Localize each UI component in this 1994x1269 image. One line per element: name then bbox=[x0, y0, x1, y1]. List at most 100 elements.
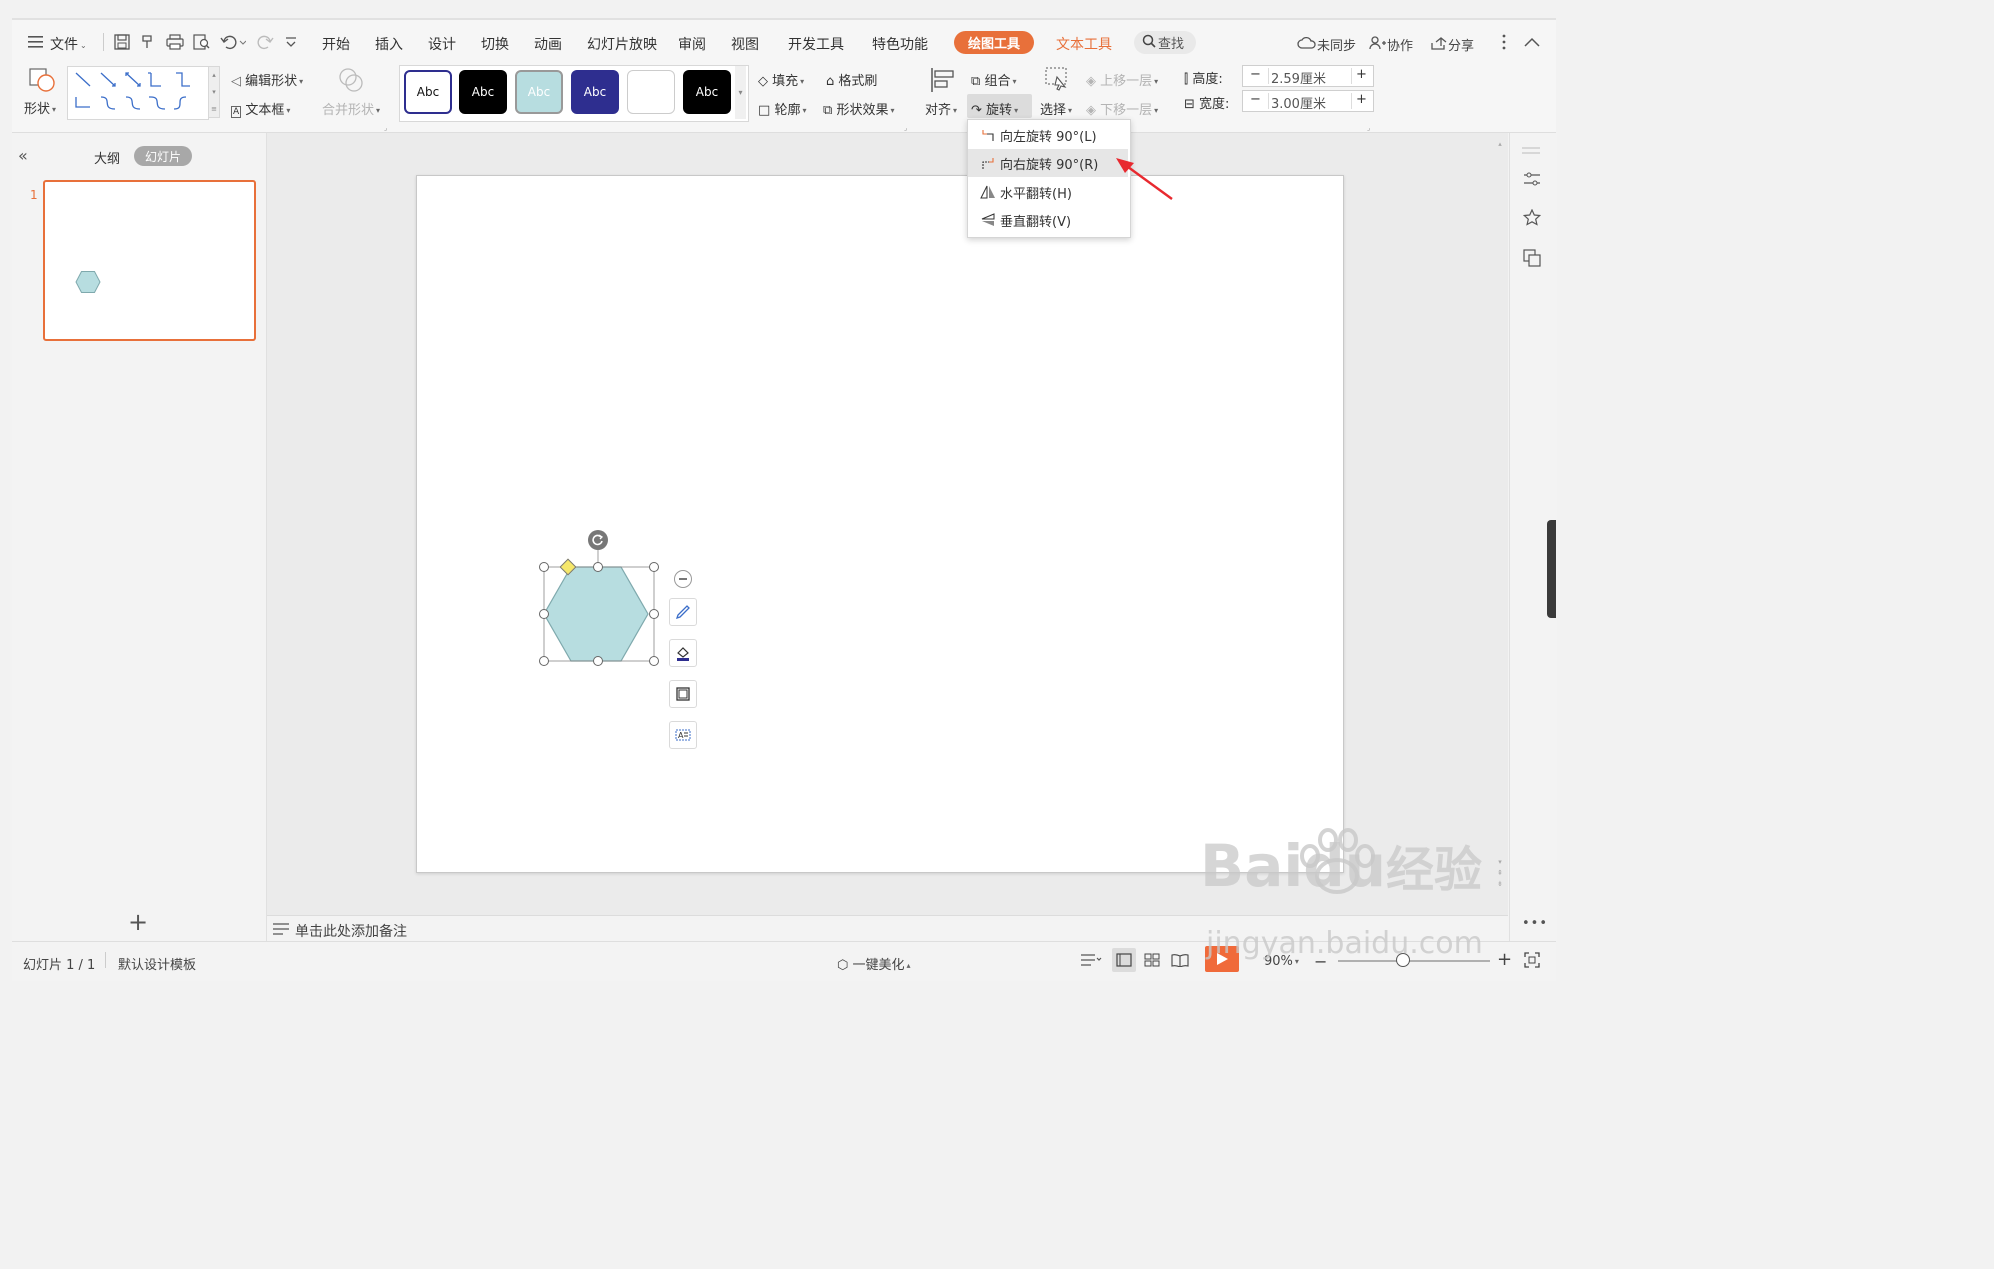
line-shapes-gallery[interactable] bbox=[67, 66, 209, 120]
merge-shape-button[interactable]: 合并形状 ▾ bbox=[322, 99, 380, 118]
shape-icon[interactable] bbox=[28, 67, 58, 97]
side-widget-tab[interactable] bbox=[1547, 520, 1556, 618]
fill-button[interactable]: ◇ 填充 ▾ bbox=[758, 70, 804, 89]
group-button[interactable]: ⧉ 组合 ▾ bbox=[971, 70, 1016, 89]
collapse-panel-icon[interactable]: « bbox=[18, 146, 28, 165]
rotate-button[interactable]: ↷ 旋转 ▾ bbox=[971, 99, 1018, 118]
tab-transitions[interactable]: 切换 bbox=[481, 34, 509, 54]
styles-gallery-more[interactable]: ▾ bbox=[735, 66, 746, 119]
shape-outline-icon[interactable] bbox=[669, 680, 697, 708]
send-backward-button[interactable]: ◈ 下移一层 ▾ bbox=[1086, 99, 1158, 118]
tab-special-features[interactable]: 特色功能 bbox=[872, 34, 928, 54]
customize-toolbar-icon[interactable] bbox=[284, 35, 298, 53]
more-options-icon[interactable] bbox=[1502, 34, 1506, 54]
collapse-ribbon-icon[interactable] bbox=[1524, 36, 1540, 51]
format-painter-button[interactable]: ⌂ 格式刷 bbox=[826, 70, 877, 89]
gallery-scroll[interactable]: ▴ ▾ ≡ bbox=[208, 66, 220, 118]
tab-developer[interactable]: 开发工具 bbox=[788, 34, 844, 54]
redo-icon[interactable] bbox=[256, 33, 274, 55]
height-value[interactable]: 2.59厘米 bbox=[1268, 68, 1352, 87]
shape-style-brush-icon[interactable] bbox=[669, 598, 697, 626]
vertical-scrollbar[interactable]: ▴ ▾ ⇞ ⇟ bbox=[1496, 140, 1504, 890]
resize-handle-right[interactable] bbox=[649, 609, 659, 619]
print-icon[interactable] bbox=[166, 34, 184, 54]
tab-view[interactable]: 视图 bbox=[731, 34, 759, 54]
properties-icon[interactable] bbox=[1523, 171, 1541, 191]
tab-design[interactable]: 设计 bbox=[428, 34, 456, 54]
width-increment[interactable]: + bbox=[1356, 92, 1367, 107]
tab-slideshow[interactable]: 幻灯片放映 bbox=[587, 34, 657, 54]
resize-handle-bottom[interactable] bbox=[593, 656, 603, 666]
slide-thumbnail[interactable] bbox=[43, 180, 256, 341]
select-button[interactable]: 选择 ▾ bbox=[1040, 99, 1072, 118]
format-painter-icon[interactable] bbox=[140, 34, 156, 54]
dialog-launcher-icon[interactable]: ⌟ bbox=[904, 124, 907, 132]
sync-status[interactable]: 未同步 bbox=[1297, 35, 1356, 54]
reading-view-icon[interactable] bbox=[1171, 953, 1189, 971]
undo-icon[interactable] bbox=[220, 33, 247, 55]
dialog-launcher-icon[interactable]: ⌟ bbox=[1367, 124, 1370, 132]
width-value[interactable]: 3.00厘米 bbox=[1268, 93, 1352, 112]
transform-icon[interactable] bbox=[1523, 249, 1541, 271]
print-preview-icon[interactable] bbox=[193, 34, 211, 54]
text-wrap-icon[interactable]: A bbox=[669, 721, 697, 749]
more-icon[interactable]: ••• bbox=[1522, 916, 1548, 931]
normal-view-icon[interactable] bbox=[1112, 948, 1136, 972]
shape-style-3-selected[interactable]: Abc bbox=[515, 70, 563, 114]
template-name[interactable]: 默认设计模板 bbox=[118, 954, 196, 973]
share-button[interactable]: 分享 bbox=[1430, 35, 1474, 54]
collaborate-button[interactable]: 协作 bbox=[1369, 35, 1413, 54]
notes-placeholder[interactable]: 单击此处添加备注 bbox=[295, 921, 407, 941]
slide-sorter-icon[interactable] bbox=[1144, 953, 1160, 971]
shape-effects-button[interactable]: ⧉ 形状效果 ▾ bbox=[823, 99, 894, 118]
resize-handle-bottom-right[interactable] bbox=[649, 656, 659, 666]
tab-outline[interactable]: 大纲 bbox=[94, 148, 120, 167]
outline-button[interactable]: □ 轮廓 ▾ bbox=[758, 99, 806, 118]
fit-window-icon[interactable] bbox=[1524, 952, 1540, 972]
dialog-launcher-icon[interactable]: ⌟ bbox=[384, 124, 387, 132]
textbox-button[interactable]: A 文本框 ▾ bbox=[231, 99, 290, 118]
shape-style-5[interactable] bbox=[627, 70, 675, 114]
tab-insert[interactable]: 插入 bbox=[375, 34, 403, 54]
shape-style-6[interactable]: Abc bbox=[683, 70, 731, 114]
tab-slides[interactable]: 幻灯片 bbox=[134, 146, 192, 166]
resize-handle-left[interactable] bbox=[539, 609, 549, 619]
resize-handle-top-left[interactable] bbox=[539, 562, 549, 572]
hexagon-shape[interactable] bbox=[538, 530, 668, 670]
width-field[interactable]: − 3.00厘米 + bbox=[1242, 90, 1374, 112]
shape-fill-icon[interactable] bbox=[669, 639, 697, 667]
tab-drawing-tools[interactable]: 绘图工具 bbox=[954, 31, 1034, 54]
star-icon[interactable] bbox=[1522, 208, 1542, 231]
menu-item-rotate-right[interactable]: 向右旋转 90°(R) bbox=[968, 149, 1128, 177]
notes-toggle-icon[interactable] bbox=[1080, 953, 1102, 971]
slide-canvas[interactable] bbox=[416, 175, 1344, 873]
menu-item-flip-horizontal[interactable]: 水平翻转(H) bbox=[968, 178, 1128, 206]
collapse-toolbar-icon[interactable] bbox=[674, 570, 692, 588]
resize-handle-top-right[interactable] bbox=[649, 562, 659, 572]
hamburger-menu-icon[interactable] bbox=[28, 35, 44, 53]
search-box[interactable]: 查找 bbox=[1134, 31, 1196, 54]
height-increment[interactable]: + bbox=[1356, 67, 1367, 82]
tab-animations[interactable]: 动画 bbox=[534, 34, 562, 54]
shape-style-1[interactable]: Abc bbox=[404, 70, 452, 114]
menu-item-rotate-left[interactable]: 向左旋转 90°(L) bbox=[968, 121, 1128, 149]
shape-button[interactable]: 形状 ▾ bbox=[24, 98, 56, 117]
rotate-handle-icon[interactable] bbox=[588, 530, 608, 550]
width-decrement[interactable]: − bbox=[1250, 92, 1261, 107]
beautify-button[interactable]: ⬡ 一键美化 ▴ bbox=[837, 954, 911, 973]
height-field[interactable]: − 2.59厘米 + bbox=[1242, 65, 1374, 87]
add-slide-button[interactable]: + bbox=[128, 910, 148, 934]
edit-shape-button[interactable]: ◁ 编辑形状 ▾ bbox=[231, 70, 303, 89]
zoom-in-button[interactable]: + bbox=[1497, 949, 1512, 970]
tab-review[interactable]: 审阅 bbox=[678, 34, 706, 54]
align-button[interactable]: 对齐 ▾ bbox=[925, 99, 957, 118]
resize-handle-bottom-left[interactable] bbox=[539, 656, 549, 666]
file-menu[interactable]: 文件 ⌄ bbox=[50, 34, 87, 54]
menu-item-flip-vertical[interactable]: 垂直翻转(V) bbox=[968, 206, 1128, 234]
shape-style-4[interactable]: Abc bbox=[571, 70, 619, 114]
save-icon[interactable] bbox=[114, 34, 130, 54]
height-decrement[interactable]: − bbox=[1250, 67, 1261, 82]
tab-text-tools[interactable]: 文本工具 bbox=[1056, 34, 1112, 54]
resize-handle-top[interactable] bbox=[593, 562, 603, 572]
bring-forward-button[interactable]: ◈ 上移一层 ▾ bbox=[1086, 70, 1158, 89]
